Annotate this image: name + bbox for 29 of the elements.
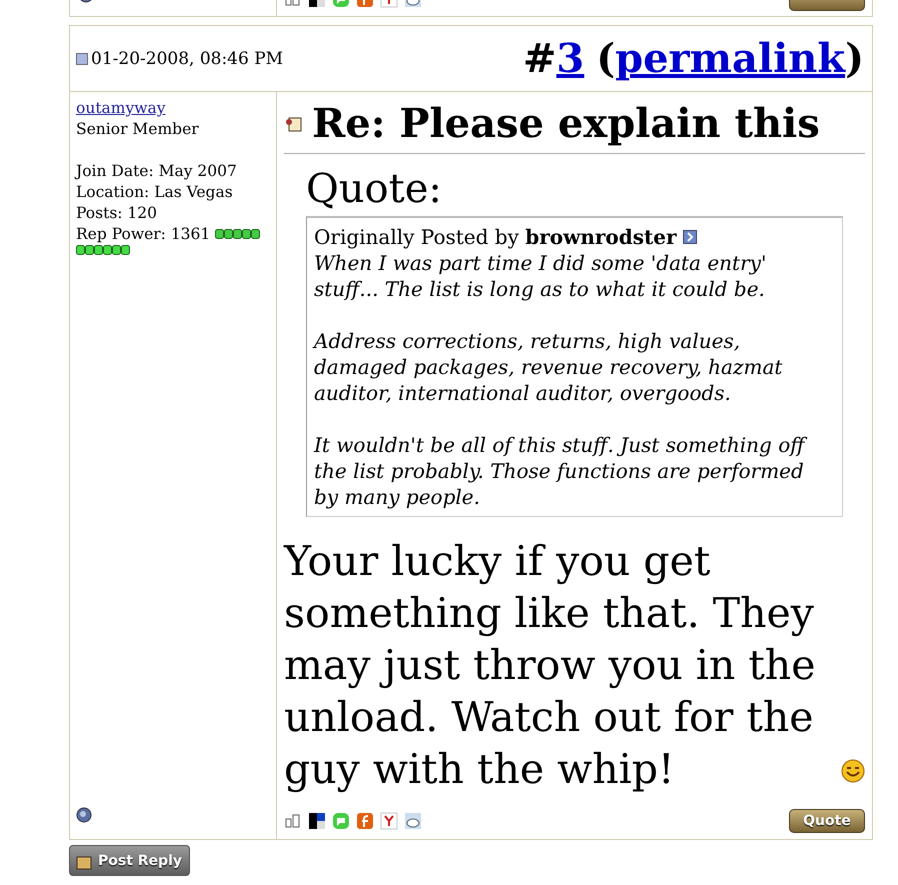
username-link[interactable]: outamyway xyxy=(76,98,166,119)
user-detail: Posts: 120 xyxy=(76,203,158,224)
reputation-icon xyxy=(76,245,131,256)
post-icon xyxy=(76,52,88,64)
letter-f-icon[interactable] xyxy=(356,812,374,830)
user-detail: Join Date: May 2007 xyxy=(76,161,238,182)
quote-text: Address corrections, returns, high values, damaged packages, revenue recovery, hazmat auditor, international auditor, overgoods. xyxy=(314,328,784,406)
permalink-link[interactable]: permalink xyxy=(615,35,846,82)
paren: ( xyxy=(596,35,616,82)
user-title: Senior Member xyxy=(76,119,200,140)
post-date: 01-20-2008, 08:46 PM xyxy=(76,48,284,68)
rep-power: Rep Power: 1361 xyxy=(76,225,210,243)
quote-heading: Quote: xyxy=(306,165,443,214)
quote-text: When I was part time I did some 'data entry' stuff... The list is long as to what it could be. xyxy=(314,250,768,302)
checkered-square-icon[interactable] xyxy=(308,812,326,830)
note-icon xyxy=(284,116,302,132)
user-detail: Location: Las Vegas xyxy=(76,182,234,203)
post-reply-button[interactable]: Post Reply xyxy=(69,845,190,876)
smiley-icon xyxy=(841,759,865,783)
letter-y-icon[interactable] xyxy=(380,812,398,830)
quote-text: It wouldn't be all of this stuff. Just something off the list probably. Those functions are performed by many people. xyxy=(314,432,834,510)
post-title: Re: Please explain this xyxy=(312,100,820,147)
quote-byline: Originally Posted by brownrodster xyxy=(314,225,677,249)
paren: ) xyxy=(845,35,864,82)
post-number-link[interactable]: 3 xyxy=(556,35,584,82)
hash-sign: # xyxy=(522,35,556,82)
reputation-icon xyxy=(215,229,262,240)
view-post-icon[interactable] xyxy=(682,230,697,244)
post-message: Your lucky if you get something like that. They may just throw you in the unload. Watch out for the guy with the whip! xyxy=(284,536,816,795)
